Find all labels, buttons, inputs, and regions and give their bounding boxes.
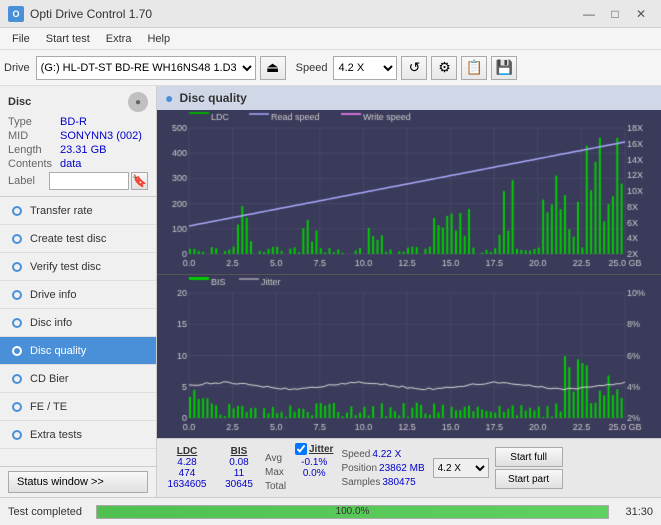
start-part-button[interactable]: Start part <box>495 469 563 489</box>
progress-percent-text: 100.0% <box>97 506 608 518</box>
drive-select[interactable]: (G:) HL-DT-ST BD-RE WH16NS48 1.D3 <box>36 56 256 80</box>
chart1-canvas <box>157 110 661 274</box>
nav-disc-quality[interactable]: Disc quality <box>0 337 156 365</box>
content-header: ● Disc quality <box>157 86 661 110</box>
bis-header: BIS <box>215 446 263 457</box>
disc-panel-title: Disc <box>8 96 31 108</box>
start-buttons: Start full Start part <box>495 447 563 489</box>
jitter-avg: -0.1% <box>295 457 333 468</box>
app-title: Opti Drive Control 1.70 <box>30 7 152 21</box>
charts-area <box>157 110 661 438</box>
minimize-button[interactable]: — <box>577 4 601 24</box>
start-full-button[interactable]: Start full <box>495 447 563 467</box>
type-label: Type <box>8 116 60 128</box>
sidebar-nav: Transfer rate Create test disc Verify te… <box>0 197 156 466</box>
settings-button2[interactable]: 📋 <box>461 56 487 80</box>
menu-bar: File Start test Extra Help <box>0 28 661 50</box>
jitter-section: Jitter -0.1% 0.0% <box>295 443 333 493</box>
toolbar: Drive (G:) HL-DT-ST BD-RE WH16NS48 1.D3 … <box>0 50 661 86</box>
close-button[interactable]: ✕ <box>629 4 653 24</box>
refresh-button[interactable]: ↺ <box>401 56 427 80</box>
progress-label: Test completed <box>8 506 88 518</box>
position-value: 23862 MB <box>379 463 425 474</box>
title-bar: O Opti Drive Control 1.70 — □ ✕ <box>0 0 661 28</box>
speed-select-section: 4.2 X <box>433 458 489 478</box>
type-value: BD-R <box>60 116 87 128</box>
disc-panel: Disc ● Type BD-R MID SONYNN3 (002) Lengt… <box>0 86 156 197</box>
speed-label-stat: Speed <box>341 449 370 460</box>
content-icon: ● <box>165 90 173 106</box>
progress-time: 31:30 <box>617 506 653 518</box>
samples-label: Samples <box>341 477 380 488</box>
content-area: ● Disc quality LDC 4.28 474 1634605 <box>157 86 661 497</box>
chart1-ldc <box>157 110 661 275</box>
bis-total: 30645 <box>215 479 263 490</box>
contents-value: data <box>60 158 81 170</box>
speed-select[interactable]: 4.2 X <box>333 56 397 80</box>
label-input[interactable] <box>49 172 129 190</box>
label-label: Label <box>8 175 47 187</box>
nav-create-test-disc[interactable]: Create test disc <box>0 225 156 253</box>
progress-bar-area: Test completed 100.0% 31:30 <box>0 497 661 525</box>
ldc-avg: 4.28 <box>161 457 213 468</box>
menu-extra[interactable]: Extra <box>98 31 140 47</box>
chart2-bis <box>157 275 661 438</box>
bis-avg: 0.08 <box>215 457 263 468</box>
jitter-max: 0.0% <box>295 468 333 479</box>
contents-label: Contents <box>8 158 60 170</box>
row-labels: Avg Max Total <box>265 453 289 495</box>
jitter-label: Jitter <box>309 444 333 455</box>
speed-section: Speed 4.22 X Position 23862 MB Samples 3… <box>341 447 424 489</box>
main-area: Disc ● Type BD-R MID SONYNN3 (002) Lengt… <box>0 86 661 497</box>
sidebar: Disc ● Type BD-R MID SONYNN3 (002) Lengt… <box>0 86 157 497</box>
maximize-button[interactable]: □ <box>603 4 627 24</box>
mid-value: SONYNN3 (002) <box>60 130 142 142</box>
label-icon-button[interactable]: 🔖 <box>131 172 148 190</box>
eject-button[interactable]: ⏏ <box>260 56 286 80</box>
nav-verify-test-disc[interactable]: Verify test disc <box>0 253 156 281</box>
progress-track: 100.0% <box>96 505 609 519</box>
ldc-column: LDC 4.28 474 1634605 <box>161 446 213 490</box>
ldc-header: LDC <box>161 446 213 457</box>
row-total-label: Total <box>265 481 289 495</box>
nav-extra-tests[interactable]: Extra tests <box>0 421 156 449</box>
menu-help[interactable]: Help <box>139 31 178 47</box>
row-avg-label: Avg <box>265 453 289 467</box>
jitter-checkbox[interactable] <box>295 443 307 455</box>
jitter-total <box>295 479 333 493</box>
nav-disc-info[interactable]: Disc info <box>0 309 156 337</box>
disc-icon: ● <box>128 92 148 112</box>
length-label: Length <box>8 144 60 156</box>
save-button[interactable]: 💾 <box>491 56 517 80</box>
window-controls: — □ ✕ <box>577 4 653 24</box>
chart2-canvas <box>157 275 661 438</box>
nav-cd-bier[interactable]: CD Bier <box>0 365 156 393</box>
nav-fe-te[interactable]: FE / TE <box>0 393 156 421</box>
bis-column: BIS 0.08 11 30645 <box>215 446 263 490</box>
ldc-total: 1634605 <box>161 479 213 490</box>
jitter-check-row: Jitter <box>295 443 333 455</box>
samples-value: 380475 <box>382 477 415 488</box>
speed-select-stats[interactable]: 4.2 X <box>433 458 489 478</box>
status-panel: Status window >> <box>0 466 156 497</box>
ldc-max: 474 <box>161 468 213 479</box>
position-label: Position <box>341 463 377 474</box>
mid-label: MID <box>8 130 60 142</box>
row-max-label: Max <box>265 467 289 481</box>
settings-button1[interactable]: ⚙ <box>431 56 457 80</box>
nav-drive-info[interactable]: Drive info <box>0 281 156 309</box>
app-icon: O <box>8 6 24 22</box>
content-title: Disc quality <box>179 91 246 105</box>
length-value: 23.31 GB <box>60 144 106 156</box>
bis-max: 11 <box>215 468 263 479</box>
speed-label: Speed <box>296 62 328 74</box>
menu-start-test[interactable]: Start test <box>38 31 98 47</box>
speed-value: 4.22 X <box>372 449 401 460</box>
stats-bar: LDC 4.28 474 1634605 BIS 0.08 11 30645 A… <box>157 438 661 497</box>
status-window-button[interactable]: Status window >> <box>8 471 148 493</box>
menu-file[interactable]: File <box>4 31 38 47</box>
nav-transfer-rate[interactable]: Transfer rate <box>0 197 156 225</box>
drive-label: Drive <box>4 62 30 74</box>
